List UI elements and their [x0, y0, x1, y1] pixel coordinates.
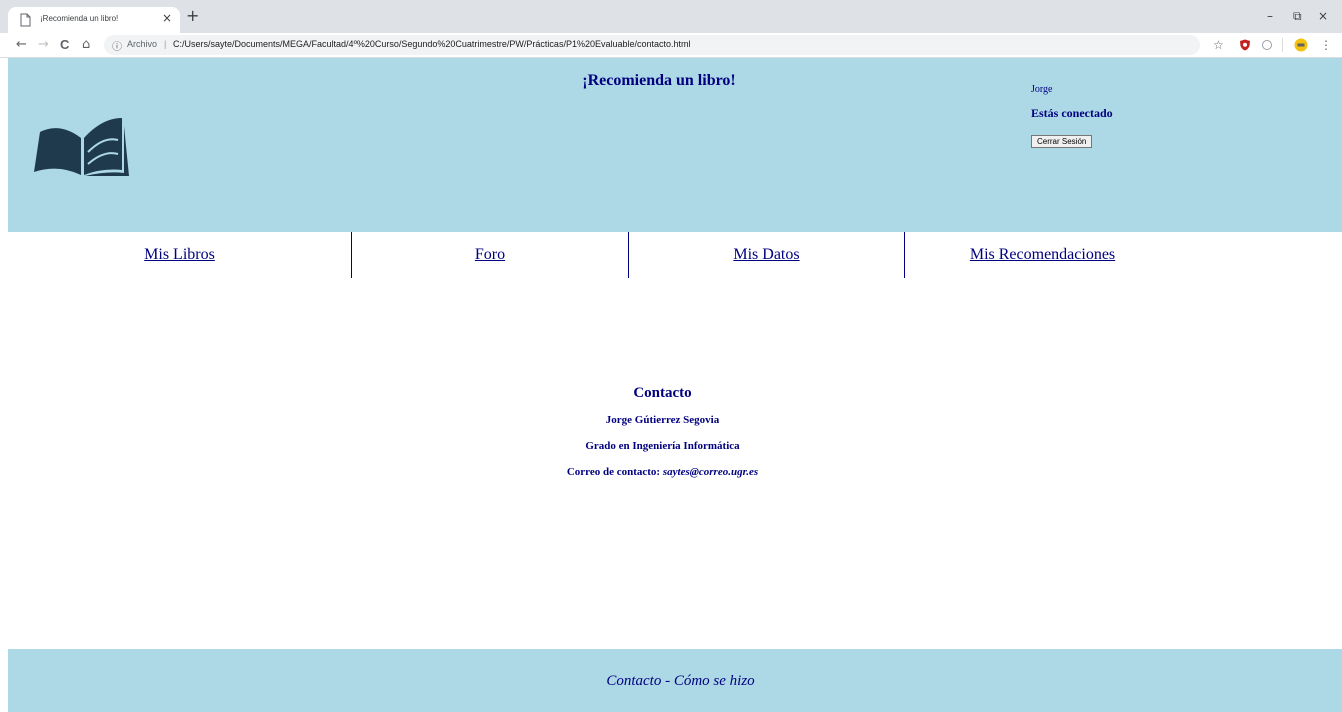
nav-link-mis-datos[interactable]: Mis Datos — [733, 246, 799, 264]
user-panel: Jorge Estás conectado Cerrar Sesión — [1031, 84, 1113, 149]
profile-avatar-icon[interactable] — [1294, 38, 1308, 52]
nav-link-foro[interactable]: Foro — [475, 246, 505, 264]
author-degree: Grado en Ingeniería Informática — [585, 440, 740, 452]
extension-circle-icon[interactable] — [1261, 39, 1273, 51]
nav-link-mis-recomendaciones[interactable]: Mis Recomendaciones — [970, 246, 1115, 264]
contact-email-line: Correo de contacto: saytes@correo.ugr.es — [8, 466, 1317, 478]
info-icon[interactable]: ⓘ — [112, 38, 122, 53]
toolbar-divider — [1282, 38, 1283, 52]
nav-item-mis-recomendaciones: Mis Recomendaciones — [905, 232, 1180, 278]
bookmark-star-icon[interactable]: ☆ — [1213, 37, 1224, 53]
address-bar[interactable]: ⓘ Archivo | C:/Users/sayte/Documents/MEG… — [104, 35, 1200, 55]
nav-item-foro: Foro — [352, 232, 628, 278]
security-label: Archivo — [127, 39, 158, 49]
contact-heading: Contacto — [633, 385, 692, 401]
user-name: Jorge — [1031, 84, 1053, 95]
connection-status: Estás conectado — [1031, 106, 1113, 120]
nav-item-mis-datos: Mis Datos — [629, 232, 904, 278]
email-label: Correo de contacto: — [566, 466, 661, 478]
restore-button[interactable]: ⧉ — [1293, 9, 1302, 23]
forward-button[interactable]: → — [38, 37, 49, 53]
footer-text: Contacto - Cómo se hizo — [606, 673, 755, 689]
page-header: ¡Recomienda un libro! Jorge Estás conect… — [8, 58, 1342, 232]
close-window-button[interactable]: × — [1318, 9, 1328, 23]
nav-item-mis-libros: Mis Libros — [8, 232, 351, 278]
home-button[interactable]: ⌂ — [82, 37, 90, 53]
contact-section: Contacto Jorge Gútierrez Segovia Grado e… — [8, 385, 1317, 492]
open-book-icon — [34, 118, 129, 176]
nav-link-mis-libros[interactable]: Mis Libros — [144, 246, 215, 264]
page-footer: Contacto - Cómo se hizo — [8, 649, 1342, 712]
site-title: ¡Recomienda un libro! — [582, 72, 736, 89]
author-name: Jorge Gútierrez Segovia — [605, 414, 720, 426]
tab-title: ¡Recomienda un libro! — [40, 14, 119, 23]
page-icon — [20, 13, 31, 27]
new-tab-button[interactable]: + — [186, 8, 199, 24]
browser-tab[interactable]: ¡Recomienda un libro! × — [8, 7, 180, 33]
back-button[interactable]: ← — [16, 37, 27, 53]
tab-close-icon[interactable]: × — [162, 11, 172, 25]
reload-button[interactable]: C — [60, 37, 69, 53]
main-nav: Mis Libros Foro Mis Datos Mis Recomendac… — [8, 232, 1342, 278]
email-address: saytes@correo.ugr.es — [662, 466, 759, 478]
minimize-button[interactable]: – — [1267, 9, 1273, 23]
address-separator: | — [164, 39, 167, 49]
logout-button[interactable]: Cerrar Sesión — [1031, 135, 1093, 148]
browser-toolbar: ← → C ⌂ ⓘ Archivo | C:/Users/sayte/Docum… — [0, 33, 1342, 58]
browser-tab-strip: ¡Recomienda un libro! × + – ⧉ × — [0, 0, 1342, 33]
url-text[interactable]: C:/Users/sayte/Documents/MEGA/Facultad/4… — [173, 39, 691, 49]
extension-shield-icon[interactable] — [1239, 39, 1251, 51]
menu-icon[interactable]: ⋮ — [1320, 37, 1332, 53]
